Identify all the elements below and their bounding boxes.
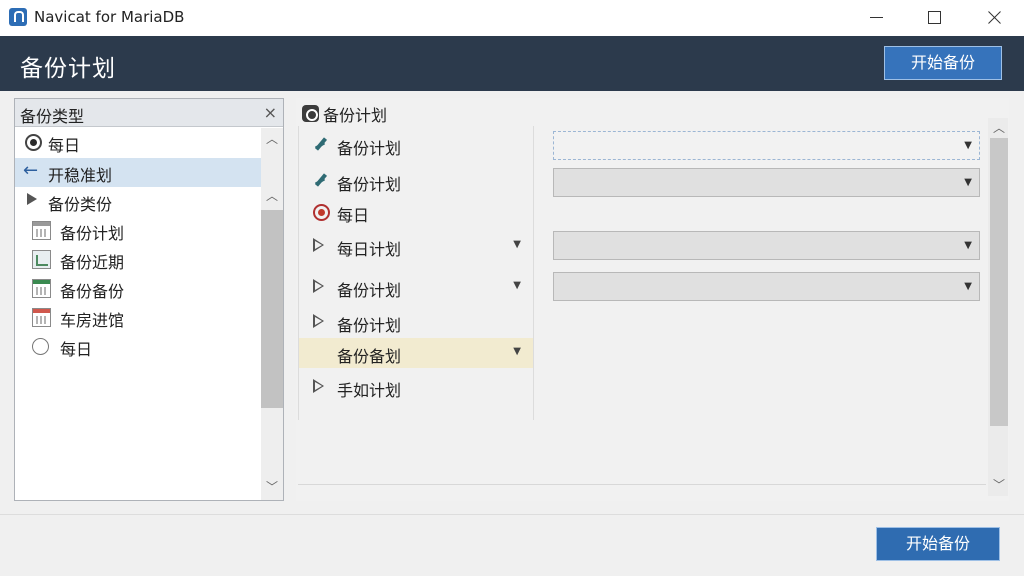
form-row[interactable]: 每日 [299, 197, 533, 227]
scroll-down-arrow-icon[interactable]: ﹀ [992, 478, 1006, 492]
maximize-button[interactable] [906, 0, 964, 36]
form-row-label: 每日计划 [337, 240, 402, 259]
list-item-label: 备份近期 [60, 253, 125, 272]
schedule-dropdown[interactable]: ▼ [553, 272, 980, 301]
panel-header: 备份类型 × [15, 99, 283, 127]
schedule-dropdown[interactable]: ▼ [553, 231, 980, 260]
chevron-down-icon[interactable]: ▼ [964, 177, 972, 188]
list-item-label: 车房进馆 [60, 311, 125, 330]
right-scrollbar[interactable]: ︿ ﹀ [988, 118, 1008, 496]
title-bar: Navicat for MariaDB [0, 0, 1024, 36]
list-item[interactable]: 每日 [15, 332, 261, 361]
backup-type-list: 每日 ← 开稳准划 备份类份 备份计划 备份近期 备份备份 车房进馆 每日 [15, 128, 261, 500]
chevron-down-icon[interactable]: ▼ [513, 280, 521, 291]
chevron-down-icon[interactable]: ▼ [513, 239, 521, 250]
page-title: 备份计划 [20, 56, 116, 82]
footer-divider [0, 514, 1024, 515]
form-row-label: 备份计划 [337, 139, 402, 158]
calendar-icon [32, 221, 51, 240]
scroll-up-arrow-icon[interactable]: ︿ [992, 121, 1006, 135]
list-item-label: 开稳准划 [48, 166, 113, 185]
schedule-dropdown[interactable]: ▼ [553, 168, 980, 197]
form-row[interactable]: 备份计划 ▼ [299, 272, 533, 302]
form-row-label: 手如计划 [337, 381, 402, 400]
chevron-down-icon[interactable]: ▼ [513, 346, 521, 357]
play-outline-icon [313, 379, 325, 393]
form-row[interactable]: 备份计划 [299, 166, 533, 196]
expand-triangle-icon[interactable] [27, 193, 37, 205]
window-title: Navicat for MariaDB [34, 8, 185, 26]
page-header: 备份计划 开始备份 [0, 36, 1024, 91]
form-row-label: 备份备划 [337, 347, 402, 366]
start-backup-button[interactable]: 开始备份 [884, 46, 1002, 80]
left-scrollbar[interactable]: ︿ ︿ ﹀ [261, 128, 283, 500]
section-title: 备份计划 [323, 106, 388, 125]
panel-title: 备份类型 [20, 107, 85, 126]
list-item[interactable]: 每日 [15, 128, 261, 157]
start-backup-button[interactable]: 开始备份 [876, 527, 1000, 561]
minimize-button[interactable] [848, 0, 906, 36]
pin-icon [313, 137, 329, 153]
close-icon[interactable]: × [264, 103, 277, 122]
list-item[interactable]: 车房进馆 [15, 303, 261, 332]
form-row-label: 备份计划 [337, 316, 402, 335]
form-row[interactable]: 手如计划 [299, 372, 533, 402]
form-row-label: 备份计划 [337, 281, 402, 300]
form-row-label: 每日 [337, 206, 370, 225]
chevron-down-icon[interactable]: ▼ [964, 140, 972, 151]
scroll-down-arrow-icon[interactable]: ﹀ [265, 480, 279, 494]
list-item-label: 备份计划 [60, 224, 125, 243]
pin-icon [313, 173, 329, 189]
chevron-down-icon[interactable]: ▼ [964, 240, 972, 251]
form-row[interactable]: 备份计划 [299, 307, 533, 337]
radio-selected-icon[interactable] [25, 134, 42, 151]
play-outline-icon [313, 238, 325, 252]
list-item-label: 每日 [60, 340, 93, 359]
scroll-up-arrow-icon[interactable]: ︿ [265, 189, 279, 203]
divider [298, 484, 986, 485]
play-outline-icon [313, 279, 325, 293]
radio-empty-icon[interactable] [32, 338, 49, 355]
form-row[interactable]: 备份计划 [299, 130, 533, 160]
list-item[interactable]: 备份近期 [15, 245, 261, 274]
form-row-label: 备份计划 [337, 175, 402, 194]
list-item-label: 每日 [48, 136, 81, 155]
scroll-thumb[interactable] [990, 138, 1008, 426]
list-item[interactable]: ← 开稳准划 [15, 158, 261, 187]
radio-red-icon[interactable] [313, 204, 330, 221]
scroll-thumb[interactable] [261, 210, 283, 408]
backup-plan-panel: 备份计划 备份计划 备份计划 每日 每日计划 ▼ 备份计划 ▼ 备份计划 备份备… [296, 98, 1009, 501]
list-item[interactable]: 备份备份 [15, 274, 261, 303]
play-outline-icon [313, 314, 325, 328]
close-window-button[interactable] [966, 0, 1024, 36]
chart-icon [32, 250, 51, 269]
calendar-red-icon [32, 308, 51, 327]
navicat-app-icon [9, 8, 27, 26]
form-row[interactable]: 每日计划 ▼ [299, 231, 533, 261]
list-item[interactable]: 备份类份 [15, 187, 261, 216]
chevron-down-icon[interactable]: ▼ [964, 281, 972, 292]
backup-type-panel: 备份类型 × 每日 ← 开稳准划 备份类份 备份计划 备份近期 备份备份 车房进… [14, 98, 284, 501]
list-item-label: 备份备份 [60, 282, 125, 301]
list-item[interactable]: 备份计划 [15, 216, 261, 245]
backup-plan-icon [302, 105, 319, 122]
list-item-label: 备份类份 [48, 195, 113, 214]
form-label-column: 备份计划 备份计划 每日 每日计划 ▼ 备份计划 ▼ 备份计划 备份备划 ▼ 手… [298, 126, 534, 420]
back-arrow-icon: ← [23, 160, 39, 181]
scroll-up-arrow-icon[interactable]: ︿ [265, 132, 279, 146]
form-row-highlighted[interactable]: 备份备划 ▼ [299, 338, 533, 368]
calendar-grid-icon [32, 279, 51, 298]
schedule-dropdown[interactable]: ▼ [553, 131, 980, 160]
